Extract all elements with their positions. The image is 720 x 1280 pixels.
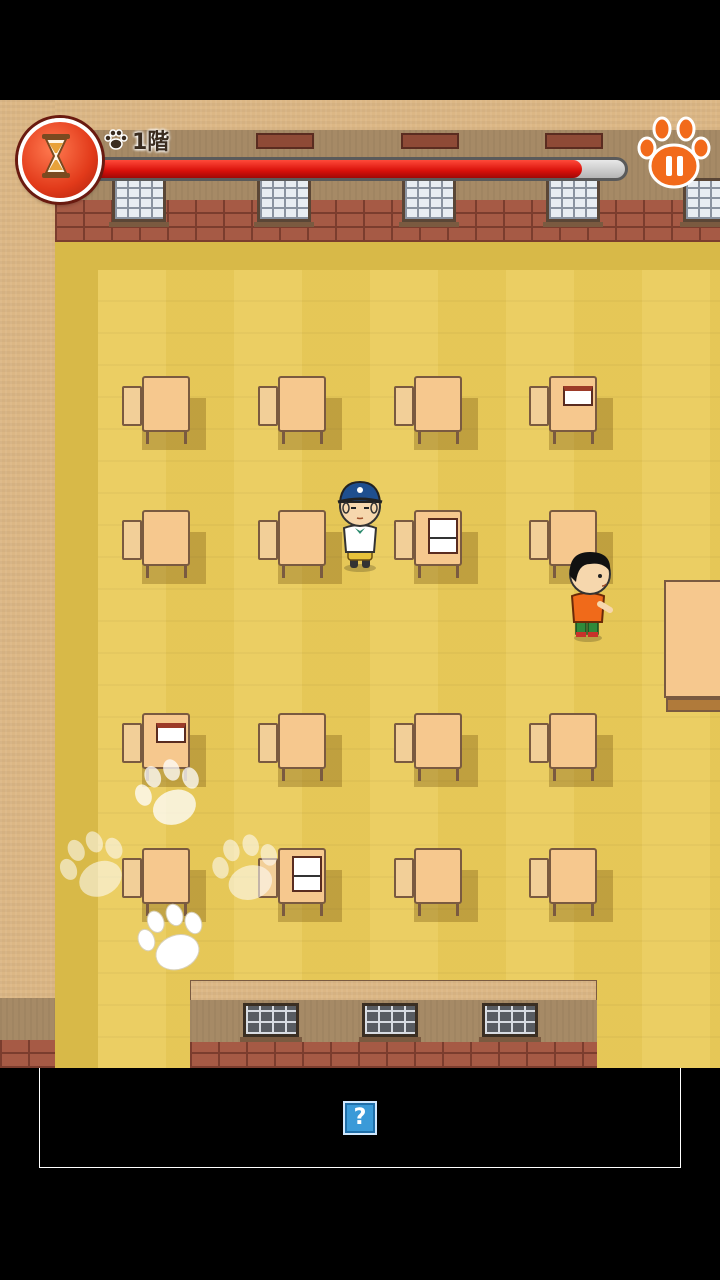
desk-chair xyxy=(394,520,414,560)
desk-chair xyxy=(394,858,414,898)
desk-leg xyxy=(553,904,556,916)
desk-chair xyxy=(529,386,549,426)
paper-item[interactable] xyxy=(563,386,593,406)
desk-chair xyxy=(529,723,549,763)
timer-bar xyxy=(84,157,628,181)
teacher-desk[interactable] xyxy=(664,580,720,720)
student-desk[interactable] xyxy=(392,376,478,452)
bottom-window xyxy=(240,1003,302,1042)
desk-chair xyxy=(122,386,142,426)
desk-leg xyxy=(282,769,285,781)
left-wall-lower xyxy=(0,998,55,1040)
pawprint-mark xyxy=(59,831,123,897)
desk-leg xyxy=(591,432,594,444)
desk-top xyxy=(278,376,326,432)
classroom-window xyxy=(109,178,169,227)
desk-chair xyxy=(394,386,414,426)
desk-leg xyxy=(591,769,594,781)
desk-leg xyxy=(553,566,556,578)
student-desk[interactable] xyxy=(527,713,613,789)
student-desk[interactable] xyxy=(392,713,478,789)
paper-stack-item[interactable] xyxy=(428,518,458,554)
paw-icon xyxy=(104,129,128,150)
desk-chair xyxy=(122,520,142,560)
student-desk[interactable] xyxy=(256,376,342,452)
desk-leg xyxy=(456,566,459,578)
pawprint-mark xyxy=(137,903,203,971)
desk-top xyxy=(549,713,597,769)
desk-leg xyxy=(418,769,421,781)
wall-vent xyxy=(401,133,459,149)
teacher-desk-top xyxy=(664,580,720,698)
left-wall-brick xyxy=(0,1040,55,1068)
paw-pause-icon xyxy=(637,116,711,189)
student-desk[interactable] xyxy=(392,848,478,924)
desk-leg xyxy=(184,432,187,444)
desk-leg xyxy=(184,566,187,578)
desk-leg xyxy=(320,432,323,444)
floor-indicator: 1階 xyxy=(104,124,169,156)
student-desk[interactable] xyxy=(256,713,342,789)
desk-leg xyxy=(456,904,459,916)
desk-chair xyxy=(529,858,549,898)
student-desk[interactable] xyxy=(527,848,613,924)
desk-leg xyxy=(418,566,421,578)
classroom-window xyxy=(543,178,603,227)
desk-top xyxy=(278,713,326,769)
student-desk[interactable] xyxy=(527,376,613,452)
desk-top xyxy=(142,510,190,566)
desk-chair xyxy=(258,386,278,426)
desk-leg xyxy=(320,566,323,578)
desk-top xyxy=(549,848,597,904)
timer-button[interactable] xyxy=(18,118,102,202)
desk-leg xyxy=(456,769,459,781)
desk-leg xyxy=(146,566,149,578)
bottom-wall-cap xyxy=(190,980,597,1002)
desk-top xyxy=(414,713,462,769)
desk-chair xyxy=(394,723,414,763)
teacher-desk-side xyxy=(666,698,720,712)
bottom-window xyxy=(359,1003,421,1042)
desk-leg xyxy=(553,432,556,444)
desk-leg xyxy=(418,432,421,444)
desk-leg xyxy=(591,904,594,916)
game-scene xyxy=(0,100,720,1068)
desk-leg xyxy=(456,432,459,444)
classroom-window xyxy=(254,178,314,227)
desk-top xyxy=(414,848,462,904)
player-character[interactable] xyxy=(328,478,392,574)
desk-top xyxy=(278,510,326,566)
desk-leg xyxy=(146,432,149,444)
desk-leg xyxy=(553,769,556,781)
desk-leg xyxy=(282,566,285,578)
timer-bar-fill xyxy=(87,160,582,178)
hourglass-icon xyxy=(42,134,70,178)
hint-button[interactable]: ? xyxy=(343,1101,377,1135)
paper-stack-item[interactable] xyxy=(292,856,322,892)
paper-item[interactable] xyxy=(156,723,186,743)
desk-leg xyxy=(320,904,323,916)
desk-leg xyxy=(320,769,323,781)
student-desk[interactable] xyxy=(392,510,478,586)
student-desk[interactable] xyxy=(120,376,206,452)
bottom-window xyxy=(479,1003,541,1042)
student-character[interactable] xyxy=(560,548,620,644)
desk-top xyxy=(414,376,462,432)
desk-chair xyxy=(258,520,278,560)
desk-top xyxy=(142,376,190,432)
bottom-wall-brick xyxy=(190,1042,597,1068)
desk-chair xyxy=(258,723,278,763)
student-desk[interactable] xyxy=(120,510,206,586)
desk-leg xyxy=(282,432,285,444)
wall-vent xyxy=(256,133,314,149)
desk-chair xyxy=(529,520,549,560)
classroom-window xyxy=(399,178,459,227)
wall-vent xyxy=(545,133,603,149)
desk-leg xyxy=(418,904,421,916)
floor-label: 1階 xyxy=(132,130,170,155)
left-wall xyxy=(0,100,55,1068)
pause-button[interactable] xyxy=(636,114,712,194)
